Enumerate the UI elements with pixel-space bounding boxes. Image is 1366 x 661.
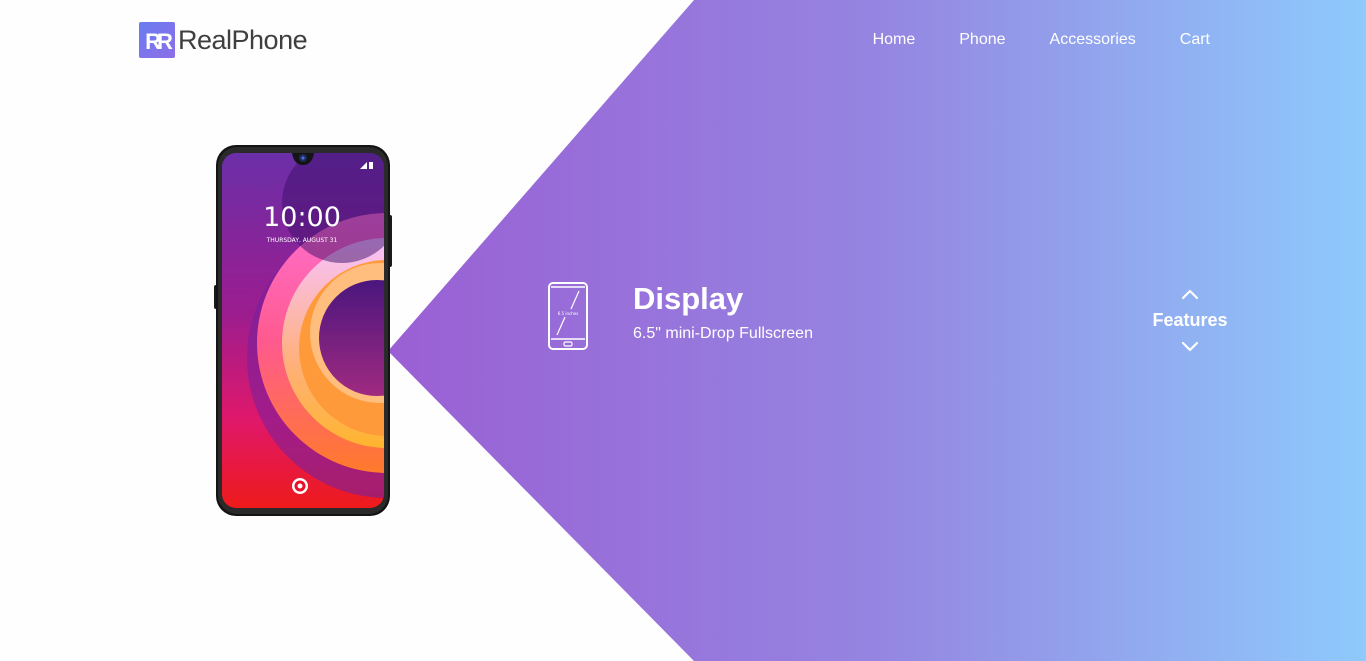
feature-switcher: Features bbox=[1140, 284, 1240, 357]
logo-mark-icon: RR bbox=[139, 22, 175, 58]
chevron-down-icon[interactable] bbox=[1180, 337, 1200, 357]
nav-cart[interactable]: Cart bbox=[1180, 31, 1210, 49]
feature-title: Display bbox=[633, 281, 744, 316]
feature-description: 6.5" mini-Drop Fullscreen bbox=[633, 325, 813, 342]
phone-outline-icon: 6.5 inches bbox=[548, 282, 588, 350]
nav-home[interactable]: Home bbox=[873, 31, 916, 49]
nav-accessories[interactable]: Accessories bbox=[1050, 31, 1136, 49]
icon-caption: 6.5 inches bbox=[558, 311, 579, 316]
lockscreen-date: THURSDAY, AUGUST 31 bbox=[266, 237, 338, 244]
nav-phone[interactable]: Phone bbox=[959, 31, 1005, 49]
brand-logo[interactable]: RR RealPhone bbox=[139, 22, 308, 58]
chevron-up-icon[interactable] bbox=[1180, 284, 1200, 304]
brand-name: RealPhone bbox=[178, 24, 308, 55]
lockscreen-time: 10:00 bbox=[263, 202, 341, 233]
main-nav: Home Phone Accessories Cart bbox=[829, 31, 1210, 49]
phone-product-image: 10:00 THURSDAY, AUGUST 31 bbox=[214, 145, 392, 516]
hero-page: RR RealPhone Home Phone Accessories Cart bbox=[0, 0, 1366, 661]
svg-text:RR: RR bbox=[145, 29, 173, 54]
features-label: Features bbox=[1152, 310, 1228, 330]
